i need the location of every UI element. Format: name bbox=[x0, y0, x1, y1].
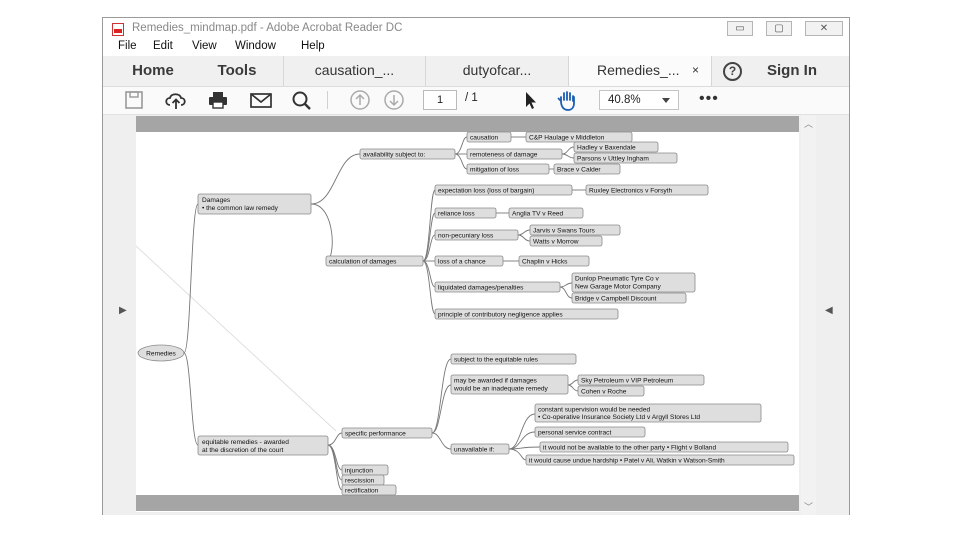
toolbar-separator bbox=[327, 91, 328, 109]
node-damages-sublabel: • the common law remedy bbox=[202, 205, 279, 212]
tab-doc-dutyofcare[interactable]: dutyofcar... bbox=[426, 56, 569, 86]
more-tools-button[interactable]: ••• bbox=[699, 90, 719, 108]
node-rescission-label: rescission bbox=[345, 478, 375, 485]
node-expectation-label: expectation loss (loss of bargain) bbox=[438, 188, 534, 195]
tab-doc-remedies-label: Remedies_... bbox=[597, 62, 680, 78]
node-supervision-sublabel: • Co-operative Insurance Society Ltd v A… bbox=[538, 414, 700, 421]
hand-tool-icon[interactable] bbox=[555, 89, 581, 111]
node-may-sublabel: would be an inadequate remedy bbox=[453, 386, 549, 393]
node-causation-label: causation bbox=[470, 135, 499, 142]
close-window-button[interactable]: ✕ bbox=[805, 21, 843, 36]
tab-doc-causation[interactable]: causation_... bbox=[283, 56, 426, 86]
mindmap-diagram: Remedies Damages • the common law remedy… bbox=[136, 131, 795, 496]
node-chance-label: loss of a chance bbox=[438, 259, 486, 266]
node-remoteness-case2-label: Parsons v Uttley Ingham bbox=[577, 156, 649, 163]
node-liquidated-case2-label: Bridge v Campbell Discount bbox=[575, 296, 657, 303]
page-down-icon[interactable] bbox=[381, 89, 407, 111]
node-nonpecuniary-label: non-pecuniary loss bbox=[438, 233, 494, 240]
node-supervision-label: constant supervision would be needed bbox=[538, 407, 651, 414]
node-chance-case-label: Chaplin v Hicks bbox=[522, 259, 568, 266]
email-icon[interactable] bbox=[248, 89, 274, 111]
scroll-down-icon[interactable]: ﹀ bbox=[804, 500, 813, 513]
search-icon[interactable] bbox=[289, 89, 315, 111]
node-mitigation-label: mitigation of loss bbox=[470, 167, 520, 174]
scroll-up-icon[interactable]: ︿ bbox=[804, 117, 813, 130]
left-panel-toggle-icon[interactable]: ▶ bbox=[119, 305, 127, 316]
chevron-down-icon bbox=[662, 98, 670, 103]
node-causation-case-label: C&P Haulage v Middleton bbox=[529, 135, 605, 142]
menu-bar: File Edit View Window Help bbox=[103, 40, 849, 56]
node-availability-label: availability subject to: bbox=[363, 152, 425, 159]
print-icon[interactable] bbox=[205, 89, 231, 111]
menu-view[interactable]: View bbox=[192, 40, 217, 52]
node-liquidated-case1-label: Dunlop Pneumatic Tyre Co v bbox=[575, 276, 660, 283]
minimize-button[interactable]: ▭ bbox=[727, 21, 753, 36]
node-equitable-sublabel: at the discretion of the court bbox=[202, 447, 284, 454]
node-contributory-label: principle of contributory negligence app… bbox=[438, 312, 563, 319]
zoom-select[interactable]: 40.8% bbox=[599, 90, 679, 110]
tab-close-icon[interactable]: × bbox=[692, 56, 699, 85]
node-expectation-case-label: Ruxley Electronics v Forsyth bbox=[589, 188, 673, 195]
upload-icon[interactable] bbox=[163, 89, 189, 111]
node-may-case1-label: Sky Petroleum v VIP Petroleum bbox=[581, 378, 674, 385]
zoom-value: 40.8% bbox=[608, 94, 641, 106]
node-damages-label: Damages bbox=[202, 197, 231, 204]
select-cursor-icon[interactable] bbox=[517, 89, 543, 111]
node-liquidated-case1-label-2: New Garage Motor Company bbox=[575, 284, 661, 291]
node-reliance-case-label: Anglia TV v Reed bbox=[512, 211, 564, 218]
node-subject-label: subject to the equitable rules bbox=[454, 357, 539, 364]
window-title: Remedies_mindmap.pdf - Adobe Acrobat Rea… bbox=[132, 22, 403, 34]
toolbar: 1 / 1 40.8% ••• bbox=[103, 87, 849, 115]
node-personal-label: personal service contract bbox=[538, 430, 611, 437]
node-may-case2-label: Cohen v Roche bbox=[581, 389, 627, 396]
node-other-party-label: it would not be available to the other p… bbox=[543, 445, 716, 452]
node-unavailable-label: unavailable if: bbox=[454, 447, 494, 454]
page-total: / 1 bbox=[465, 92, 478, 104]
node-specific-label: specific performance bbox=[345, 431, 406, 438]
node-reliance-label: reliance loss bbox=[438, 211, 475, 218]
tab-bar: Home Tools causation_... dutyofcar... Re… bbox=[103, 56, 849, 87]
acrobat-window: Remedies_mindmap.pdf - Adobe Acrobat Rea… bbox=[102, 17, 850, 515]
tab-doc-remedies[interactable]: Remedies_... × bbox=[569, 56, 712, 86]
save-icon[interactable] bbox=[121, 89, 147, 111]
node-liquidated-label: liquidated damages/penalties bbox=[438, 285, 524, 292]
node-hardship-label: it would cause undue hardship • Patel v … bbox=[529, 458, 725, 465]
node-injunction-label: injunction bbox=[345, 468, 373, 475]
node-remoteness-label: remoteness of damage bbox=[470, 152, 538, 159]
pdf-page: Remedies Damages • the common law remedy… bbox=[136, 116, 799, 512]
help-icon[interactable]: ? bbox=[723, 62, 742, 81]
node-rectification-label: rectification bbox=[345, 488, 379, 495]
right-panel-toggle-icon[interactable]: ◀ bbox=[825, 305, 833, 316]
node-nonpecuniary-case2-label: Watts v Morrow bbox=[533, 239, 579, 246]
menu-file[interactable]: File bbox=[118, 40, 137, 52]
sign-in-button[interactable]: Sign In bbox=[767, 62, 817, 79]
node-equitable-label: equitable remedies - awarded bbox=[202, 439, 289, 446]
tab-home[interactable]: Home bbox=[111, 56, 195, 86]
node-remoteness-case1-label: Hadley v Baxendale bbox=[577, 145, 636, 152]
page-number-input[interactable]: 1 bbox=[423, 90, 457, 110]
pdf-app-icon bbox=[112, 23, 124, 36]
node-may-label: may be awarded if damages bbox=[454, 378, 538, 385]
menu-edit[interactable]: Edit bbox=[153, 40, 173, 52]
tab-tools[interactable]: Tools bbox=[195, 56, 279, 86]
menu-window[interactable]: Window bbox=[235, 40, 276, 52]
menu-help[interactable]: Help bbox=[301, 40, 325, 52]
node-root-label: Remedies bbox=[146, 351, 176, 358]
maximize-button[interactable]: ▢ bbox=[766, 21, 792, 36]
title-bar: Remedies_mindmap.pdf - Adobe Acrobat Rea… bbox=[103, 18, 849, 40]
node-nonpecuniary-case1-label: Jarvis v Swans Tours bbox=[533, 228, 596, 235]
vertical-scrollbar[interactable]: ︿ ﹀ bbox=[801, 115, 816, 515]
page-up-icon[interactable] bbox=[347, 89, 373, 111]
document-area: ▶ ◀ Remedies Damages • the common law re… bbox=[103, 115, 849, 515]
node-calculation-label: calculation of damages bbox=[329, 259, 397, 266]
node-mitigation-case-label: Brace v Calder bbox=[557, 167, 601, 174]
